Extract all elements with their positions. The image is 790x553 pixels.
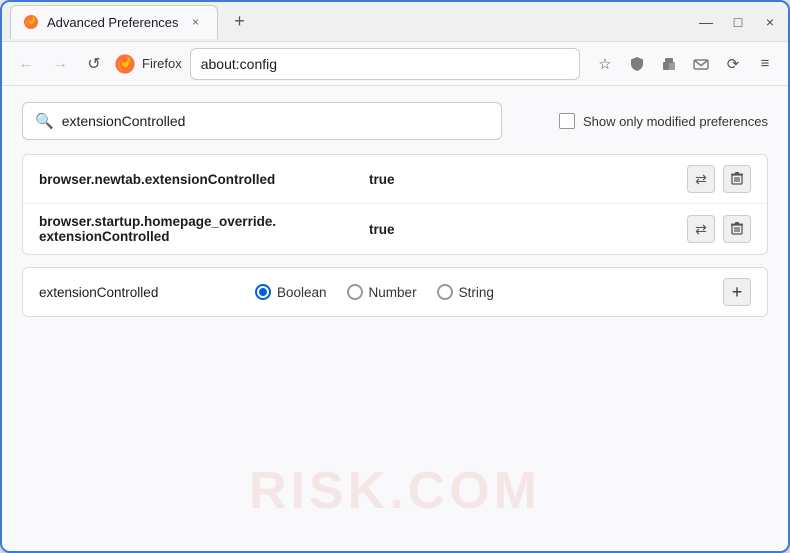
url-text: about:config	[201, 56, 277, 72]
back-icon: ←	[18, 55, 34, 73]
radio-boolean[interactable]: Boolean	[255, 284, 327, 300]
radio-string-circle	[437, 284, 453, 300]
radio-number[interactable]: Number	[347, 284, 417, 300]
search-input[interactable]: extensionControlled	[62, 113, 489, 129]
menu-button[interactable]: ≡	[752, 51, 778, 77]
radio-number-label: Number	[369, 285, 417, 300]
browser-window: Advanced Preferences × + — □ × ← → ↺ Fir…	[0, 0, 790, 553]
toggle-button-1[interactable]: ⇄	[687, 165, 715, 193]
radio-string-label: String	[459, 285, 494, 300]
refresh-button[interactable]: ↺	[80, 50, 108, 78]
title-bar: Advanced Preferences × + — □ ×	[2, 2, 788, 42]
delete-button-2[interactable]	[723, 215, 751, 243]
show-modified-checkbox[interactable]	[559, 113, 575, 129]
result-name-2: browser.startup.homepage_override. exten…	[39, 214, 359, 244]
result-actions-2: ⇄	[687, 215, 751, 243]
maximize-button[interactable]: □	[728, 14, 748, 30]
delete-icon-2	[730, 221, 744, 238]
result-value-2: true	[369, 222, 677, 237]
toggle-icon-2: ⇄	[695, 221, 707, 238]
nav-bar: ← → ↺ Firefox about:config ☆	[2, 42, 788, 86]
search-box[interactable]: 🔍 extensionControlled	[22, 102, 502, 140]
page-content: RISK.COM 🔍 extensionControlled Show only…	[2, 86, 788, 551]
show-modified-label: Show only modified preferences	[583, 114, 768, 129]
table-row: browser.startup.homepage_override. exten…	[23, 204, 767, 254]
show-modified-row: Show only modified preferences	[559, 113, 768, 129]
delete-icon-1	[730, 171, 744, 188]
radio-boolean-circle	[255, 284, 271, 300]
radio-group: Boolean Number String	[255, 284, 707, 300]
browser-name: Firefox	[142, 56, 182, 71]
watermark: RISK.COM	[249, 461, 541, 521]
minimize-button[interactable]: —	[696, 14, 716, 30]
add-row: extensionControlled Boolean Number Strin…	[22, 267, 768, 317]
new-tab-button[interactable]: +	[226, 8, 254, 36]
tab-favicon	[23, 14, 39, 30]
result-name-1: browser.newtab.extensionControlled	[39, 172, 359, 187]
radio-boolean-label: Boolean	[277, 285, 327, 300]
search-row: 🔍 extensionControlled Show only modified…	[22, 102, 768, 140]
forward-button[interactable]: →	[46, 50, 74, 78]
results-table: browser.newtab.extensionControlled true …	[22, 154, 768, 255]
result-value-1: true	[369, 172, 677, 187]
radio-boolean-inner	[259, 288, 267, 296]
sync-icon[interactable]: ⟳	[720, 51, 746, 77]
close-window-button[interactable]: ×	[760, 14, 780, 30]
extension-icon[interactable]	[656, 51, 682, 77]
tab-close-button[interactable]: ×	[187, 13, 205, 31]
search-icon: 🔍	[35, 112, 54, 130]
table-row: browser.newtab.extensionControlled true …	[23, 155, 767, 204]
toggle-button-2[interactable]: ⇄	[687, 215, 715, 243]
add-plus-button[interactable]: +	[723, 278, 751, 306]
radio-number-circle	[347, 284, 363, 300]
firefox-logo	[114, 53, 136, 75]
window-controls: — □ ×	[696, 14, 780, 30]
mail-icon[interactable]	[688, 51, 714, 77]
active-tab[interactable]: Advanced Preferences ×	[10, 5, 218, 39]
url-bar[interactable]: about:config	[190, 48, 580, 80]
delete-button-1[interactable]	[723, 165, 751, 193]
back-button[interactable]: ←	[12, 50, 40, 78]
refresh-icon: ↺	[87, 54, 100, 74]
nav-icons: ☆ ⟳ ≡	[592, 51, 778, 77]
toggle-icon-1: ⇄	[695, 171, 707, 188]
result-actions-1: ⇄	[687, 165, 751, 193]
bookmark-icon[interactable]: ☆	[592, 51, 618, 77]
shield-icon[interactable]	[624, 51, 650, 77]
tab-title: Advanced Preferences	[47, 15, 179, 30]
add-row-name: extensionControlled	[39, 285, 239, 300]
forward-icon: →	[52, 55, 68, 73]
radio-string[interactable]: String	[437, 284, 494, 300]
